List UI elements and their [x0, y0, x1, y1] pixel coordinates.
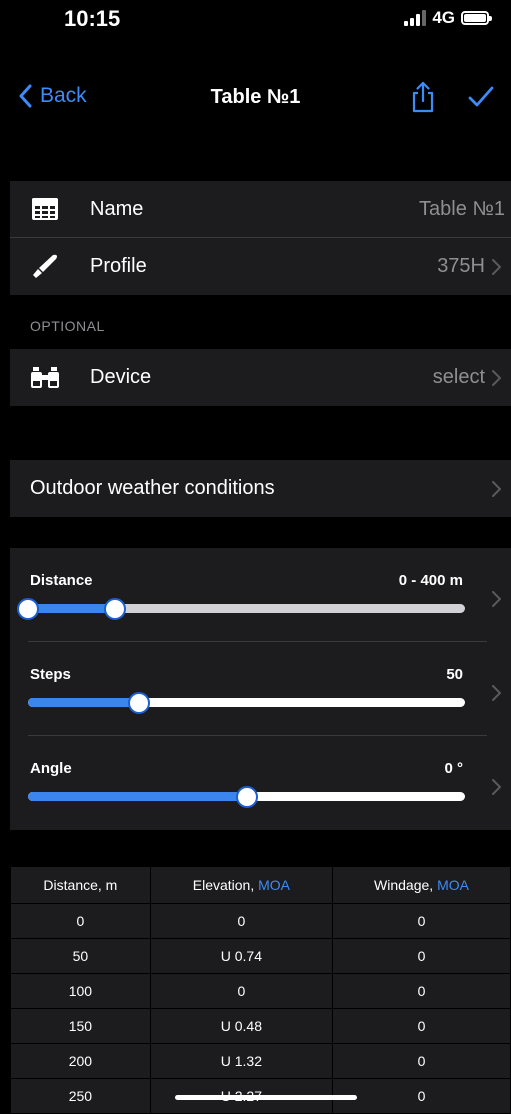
chevron-right-icon — [492, 369, 501, 386]
home-indicator[interactable] — [175, 1095, 357, 1100]
table-row: 100 0 0 — [10, 973, 511, 1009]
table-cell: 0 — [331, 1043, 511, 1079]
weather-section: Outdoor weather conditions — [10, 460, 511, 517]
table-cell: U 1.32 — [149, 1043, 333, 1079]
table-cell: 50 — [10, 938, 151, 974]
network-type: 4G — [432, 8, 455, 27]
share-button[interactable] — [410, 81, 436, 118]
distance-slider-fill — [28, 604, 116, 613]
navigation-bar: Back Table №1 — [0, 66, 511, 130]
table-cell: 0 — [149, 903, 333, 939]
distance-max-knob[interactable] — [104, 598, 127, 620]
optional-section-header: OPTIONAL — [30, 318, 105, 334]
table-row: 150 U 0.48 0 — [10, 1008, 511, 1044]
angle-slider-row: Angle 0 ° — [10, 736, 511, 830]
table-cell: 0 — [149, 973, 333, 1009]
device-section: Device select — [10, 349, 511, 406]
table-row: 000 — [10, 903, 511, 939]
steps-slider-row: Steps 50 — [10, 642, 511, 736]
device-label: Device — [90, 366, 152, 388]
chevron-right-icon[interactable] — [492, 591, 501, 607]
status-bar: 10:15 4G — [0, 0, 511, 56]
column-header-distance: Distance, m — [10, 866, 151, 904]
battery-icon — [461, 11, 492, 25]
binoculars-icon — [30, 363, 60, 391]
table-cell: 0 — [331, 903, 511, 939]
weather-label: Outdoor weather conditions — [30, 477, 275, 499]
table-cell: 0 — [10, 903, 151, 939]
profile-value: 375H — [437, 255, 485, 277]
steps-slider-knob[interactable] — [128, 692, 151, 714]
distance-slider-row: Distance 0 - 400 m — [10, 548, 511, 642]
steps-slider-fill — [28, 698, 140, 707]
table-cell: 200 — [10, 1043, 151, 1079]
status-time: 10:15 — [64, 6, 121, 31]
steps-slider-value: 50 — [446, 666, 463, 683]
distance-min-knob[interactable] — [17, 598, 39, 620]
name-row[interactable]: Name Table №1 — [10, 181, 511, 238]
distance-slider-value: 0 - 400 m — [398, 572, 463, 589]
table-row: 50 U 0.74 0 — [10, 938, 511, 974]
chevron-right-icon — [492, 480, 501, 497]
distance-slider-label: Distance — [30, 572, 93, 589]
name-value: Table №1 — [419, 198, 505, 220]
checkmark-icon — [468, 86, 494, 107]
device-value: select — [432, 366, 485, 388]
elevation-unit[interactable]: MOA — [258, 877, 290, 893]
table-row: 200 U 1.32 0 — [10, 1043, 511, 1079]
steps-slider-label: Steps — [30, 666, 71, 683]
table-cell: 0 — [331, 973, 511, 1009]
table-cell: 0 — [331, 1008, 511, 1044]
chevron-right-icon[interactable] — [492, 779, 501, 795]
windage-unit[interactable]: MOA — [437, 877, 469, 893]
profile-label: Profile — [90, 255, 147, 277]
basic-section: Name Table №1 Profile 375H — [10, 181, 511, 295]
share-icon — [412, 81, 434, 113]
done-button[interactable] — [468, 86, 494, 113]
profile-row[interactable]: Profile 375H — [10, 238, 511, 295]
table-header-row: Distance, m Elevation, MOA Windage, MOA — [10, 866, 511, 904]
table-cell: U 0.48 — [149, 1008, 333, 1044]
table-cell: 250 — [10, 1078, 151, 1114]
table-cell: 150 — [10, 1008, 151, 1044]
angle-slider-value: 0 ° — [444, 760, 463, 777]
table-cell: 0 — [331, 938, 511, 974]
status-icons: 4G — [404, 8, 492, 28]
table-icon — [30, 195, 60, 223]
device-row[interactable]: Device select — [10, 349, 511, 406]
table-cell: U 0.74 — [149, 938, 333, 974]
sliders-section: Distance 0 - 400 m Steps 50 Angle 0 ° — [10, 548, 511, 830]
table-cell: 100 — [10, 973, 151, 1009]
name-label: Name — [90, 198, 144, 220]
column-header-windage[interactable]: Windage, MOA — [331, 866, 511, 904]
table-cell: 0 — [331, 1078, 511, 1114]
ballistic-table: Distance, m Elevation, MOA Windage, MOA … — [10, 866, 511, 1114]
cellular-signal-icon — [404, 10, 427, 26]
weather-row[interactable]: Outdoor weather conditions — [10, 460, 511, 517]
bullet-icon — [30, 252, 60, 280]
chevron-right-icon[interactable] — [492, 685, 501, 701]
angle-slider-knob[interactable] — [235, 786, 258, 808]
chevron-right-icon — [492, 258, 501, 275]
angle-slider-label: Angle — [30, 760, 72, 777]
column-header-elevation[interactable]: Elevation, MOA — [149, 866, 333, 904]
angle-slider-fill — [28, 792, 247, 801]
